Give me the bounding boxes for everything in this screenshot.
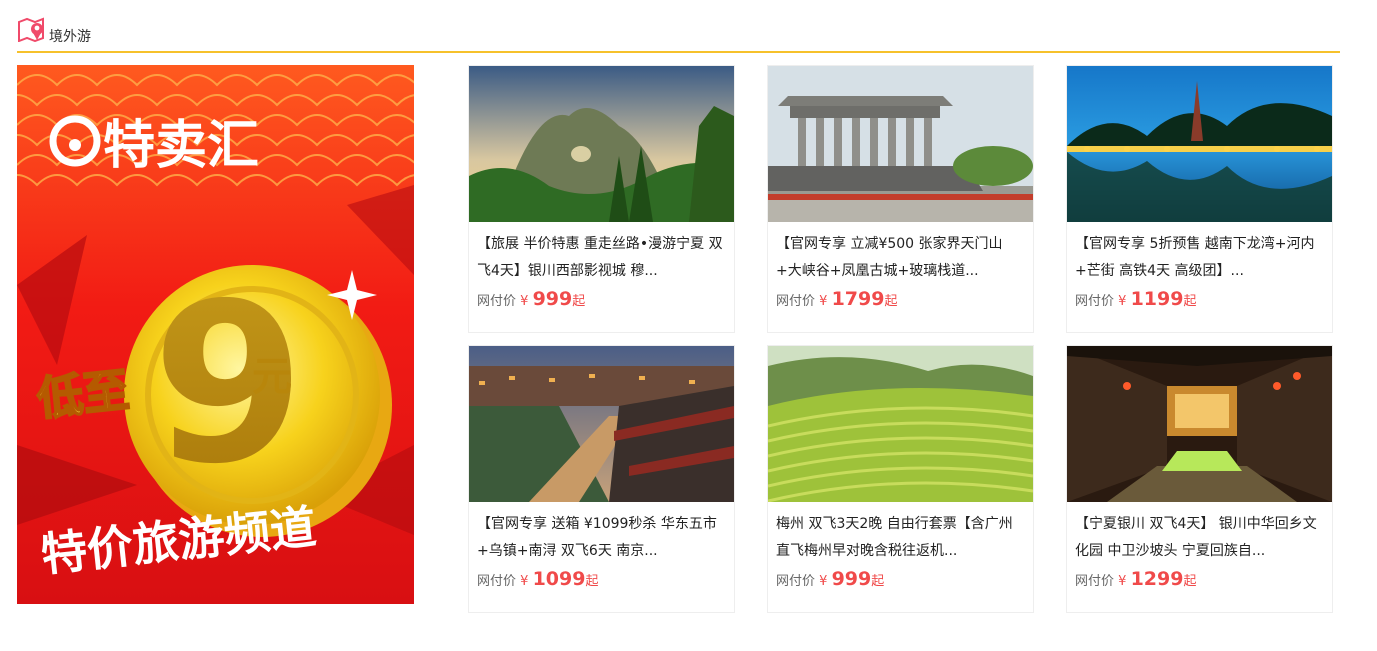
- price-amount: 1199: [1130, 288, 1184, 310]
- price-label: 网付价: [477, 294, 517, 309]
- product-card[interactable]: 【旅展 半价特惠 重走丝路•漫游宁夏 双飞4天】银川西部影视城 穆... 网付价…: [468, 65, 735, 333]
- price-row: 网付价 ¥ 1099起: [477, 568, 598, 590]
- price-suffix: 起: [1183, 294, 1197, 309]
- price-label: 网付价: [776, 294, 816, 309]
- currency-symbol: ¥: [1118, 574, 1127, 589]
- price-suffix: 起: [1183, 574, 1197, 589]
- price-row: 网付价 ¥ 999起: [776, 568, 884, 590]
- promo-banner[interactable]: 特卖汇 9 元 低至 特价旅游频道: [17, 65, 414, 604]
- banner-brand: 特卖汇: [103, 116, 259, 176]
- product-title[interactable]: 【官网专享 5折预售 越南下龙湾+河内+芒街 高铁4天 高级团】...: [1075, 231, 1325, 285]
- currency-symbol: ¥: [819, 574, 828, 589]
- currency-symbol: ¥: [520, 294, 529, 309]
- price-amount: 999: [831, 568, 872, 590]
- price-suffix: 起: [871, 574, 885, 589]
- price-label: 网付价: [1075, 574, 1115, 589]
- currency-symbol: ¥: [1118, 294, 1127, 309]
- map-pin-icon: [18, 17, 44, 42]
- price-label: 网付价: [776, 574, 816, 589]
- price-amount: 1299: [1130, 568, 1184, 590]
- mausoleum-icon[interactable]: [768, 66, 1033, 222]
- banner-unit: 元: [252, 354, 292, 400]
- price-suffix: 起: [572, 294, 586, 309]
- price-label: 网付价: [477, 574, 517, 589]
- karst-mountain-icon[interactable]: [469, 66, 734, 222]
- price-amount: 999: [532, 288, 573, 310]
- price-suffix: 起: [585, 574, 599, 589]
- price-suffix: 起: [884, 294, 898, 309]
- product-title[interactable]: 【官网专享 送箱 ¥1099秒杀 华东五市+乌镇+南浔 双飞6天 南京...: [477, 511, 727, 565]
- old-town-icon[interactable]: [469, 346, 734, 502]
- product-title[interactable]: 梅州 双飞3天2晚 自由行套票【含广州直飞梅州早对晚含税往返机...: [776, 511, 1026, 565]
- currency-symbol: ¥: [819, 294, 828, 309]
- pagoda-lake-icon[interactable]: [1067, 66, 1332, 222]
- product-card[interactable]: 【官网专享 立减¥500 张家界天门山+大峡谷+凤凰古城+玻璃栈道... 网付价…: [767, 65, 1034, 333]
- price-row: 网付价 ¥ 1299起: [1075, 568, 1196, 590]
- price-label: 网付价: [1075, 294, 1115, 309]
- product-card[interactable]: 【官网专享 送箱 ¥1099秒杀 华东五市+乌镇+南浔 双飞6天 南京... 网…: [468, 345, 735, 613]
- price-row: 网付价 ¥ 1799起: [776, 288, 897, 310]
- price-row: 网付价 ¥ 1199起: [1075, 288, 1196, 310]
- product-card[interactable]: 【官网专享 5折预售 越南下龙湾+河内+芒街 高铁4天 高级团】... 网付价 …: [1066, 65, 1333, 333]
- product-title[interactable]: 【宁夏银川 双飞4天】 银川中华回乡文化园 中卫沙坡头 宁夏回族自...: [1075, 511, 1325, 565]
- price-row: 网付价 ¥ 999起: [477, 288, 585, 310]
- product-title[interactable]: 【官网专享 立减¥500 张家界天门山+大峡谷+凤凰古城+玻璃栈道...: [776, 231, 1026, 285]
- section-title: 境外游: [49, 29, 91, 45]
- courtyard-night-icon[interactable]: [1067, 346, 1332, 502]
- rice-terrace-icon[interactable]: [768, 346, 1033, 502]
- product-card[interactable]: 【宁夏银川 双飞4天】 银川中华回乡文化园 中卫沙坡头 宁夏回族自... 网付价…: [1066, 345, 1333, 613]
- section-header: 境外游: [17, 14, 1340, 53]
- product-card[interactable]: 梅州 双飞3天2晚 自由行套票【含广州直飞梅州早对晚含税往返机... 网付价 ¥…: [767, 345, 1034, 613]
- product-title[interactable]: 【旅展 半价特惠 重走丝路•漫游宁夏 双飞4天】银川西部影视城 穆...: [477, 231, 727, 285]
- price-amount: 1099: [532, 568, 586, 590]
- currency-symbol: ¥: [520, 574, 529, 589]
- price-amount: 1799: [831, 288, 885, 310]
- banner-low-to: 低至: [35, 363, 132, 426]
